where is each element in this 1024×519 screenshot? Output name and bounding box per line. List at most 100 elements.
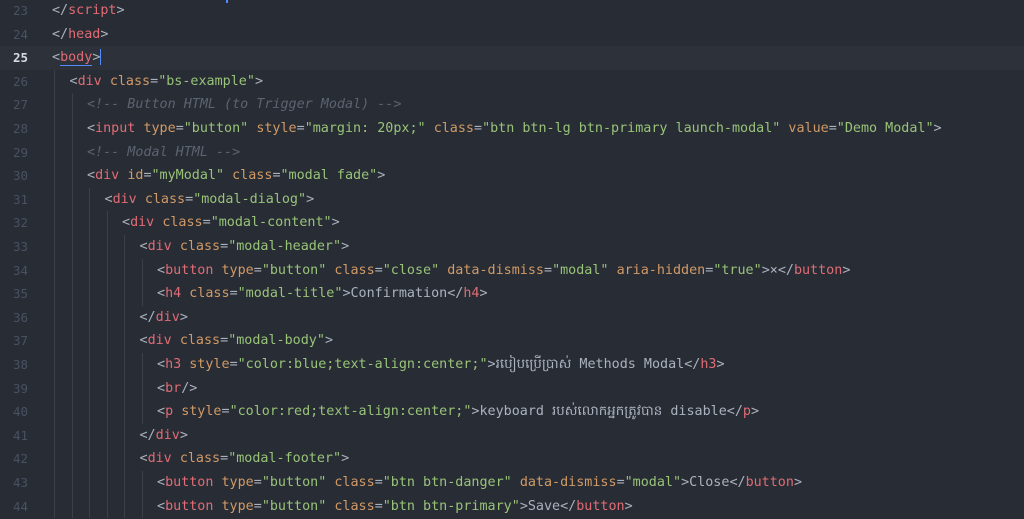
indent-guide — [141, 353, 143, 377]
indent-guide — [54, 447, 55, 471]
code-line[interactable]: 42 <div class="modal-footer"> — [0, 447, 1024, 471]
token-punc: > — [306, 191, 315, 207]
token-punc: > — [793, 475, 802, 490]
indent-guide — [54, 400, 55, 424]
indent-guide — [89, 423, 90, 448]
code-line[interactable]: 26 <div class="bs-example"> — [0, 69, 1024, 94]
code-line[interactable]: 29 <!-- Modal HTML --> — [0, 140, 1024, 165]
code-line[interactable]: 32 <div class="modal-content"> — [0, 211, 1024, 235]
token-str: "button" — [261, 498, 327, 514]
token-punc: = — [374, 475, 383, 490]
token-attr: type — [143, 121, 176, 136]
indent-guide — [71, 235, 73, 259]
token-tag: div — [155, 309, 180, 325]
indent-guide — [106, 305, 108, 330]
token-tag: div — [155, 427, 180, 443]
indent-guide — [89, 471, 90, 495]
code-text[interactable]: <input type="button" style="margin: 20px… — [87, 117, 942, 141]
code-text[interactable]: <div class="modal-header"> — [140, 235, 350, 259]
token-punc: = — [253, 475, 262, 490]
token-str: "bs-example" — [158, 73, 255, 89]
code-text[interactable]: </div> — [140, 424, 188, 448]
token-punc: < — [157, 286, 166, 302]
token-punc: = — [374, 498, 383, 514]
token-punc: > — [761, 262, 770, 278]
code-text[interactable]: <!-- Modal HTML --> — [87, 141, 240, 165]
indent-guide — [54, 353, 55, 377]
token-punc: = — [828, 121, 837, 136]
token-punc: > — [519, 498, 528, 514]
token-tag: div — [77, 73, 102, 89]
token-txt: Close — [689, 475, 730, 490]
token-txt: keyboard របស់លោកអ្នកត្រូវបាន disable — [479, 404, 727, 420]
code-text[interactable]: <div class="modal-dialog"> — [105, 188, 315, 212]
token-punc: = — [253, 262, 262, 278]
token-punc: < — [157, 498, 166, 514]
token-punc: > — [341, 239, 350, 254]
code-text[interactable]: <p style="color:red;text-align:center;">… — [157, 400, 759, 424]
code-line[interactable]: 40 <p style="color:red;text-align:center;… — [0, 400, 1024, 424]
token-punc: = — [221, 404, 230, 420]
code-line[interactable]: 37 <div class="modal-body"> — [0, 329, 1024, 353]
code-text[interactable]: <button type="button" class="btn btn-dan… — [157, 471, 802, 495]
code-line[interactable]: 44 <button type="button" class="btn btn-p… — [0, 494, 1024, 519]
code-text[interactable]: <div class="modal-body"> — [140, 329, 334, 353]
code-line[interactable]: 27 <!-- Button HTML (to Trigger Modal) --… — [0, 93, 1024, 117]
code-line[interactable]: 25 <body> — [0, 46, 1024, 70]
token-attr: class — [179, 333, 221, 349]
code-text[interactable]: <div class="bs-example"> — [70, 70, 264, 94]
code-text[interactable]: <button type="button" class="close" data… — [157, 259, 850, 283]
token-punc: = — [143, 168, 152, 184]
code-text[interactable]: <div class="modal-footer"> — [140, 447, 350, 471]
indent-guide — [141, 471, 143, 495]
token-attr: class — [179, 451, 221, 467]
token-punc: = — [229, 357, 238, 372]
code-text[interactable]: <button type="button" class="btn btn-pri… — [157, 495, 633, 519]
code-line[interactable]: 33 <div class="modal-header"> — [0, 235, 1024, 259]
code-text[interactable]: <!-- Button HTML (to Trigger Modal) --> — [87, 93, 401, 117]
token-tag: body — [60, 50, 93, 67]
code-text[interactable]: <div class="modal-content"> — [122, 211, 340, 235]
indent-guide — [71, 211, 73, 235]
indent-guide — [106, 494, 108, 519]
indent-guide — [54, 235, 55, 259]
code-line[interactable]: 43 <button type="button" class="btn btn-d… — [0, 471, 1024, 495]
token-punc: </ — [726, 404, 743, 420]
token-punc: > — [479, 286, 488, 302]
code-line[interactable]: 39 <br/> — [0, 376, 1024, 401]
code-text[interactable]: <div id="myModal" class="modal fade"> — [87, 164, 385, 188]
code-line[interactable]: 38 <h3 style="color:blue;text-align:cente… — [0, 353, 1024, 377]
code-line[interactable]: 28 <input type="button" style="margin: 20… — [0, 117, 1024, 141]
indent-guide — [54, 282, 55, 306]
code-line[interactable]: 34 <button type="button" class="close" da… — [0, 258, 1024, 283]
indent-guide — [124, 447, 125, 471]
code-line[interactable]: 35 <h4 class="modal-title">Confirmation</… — [0, 282, 1024, 306]
code-text[interactable]: <h3 style="color:blue;text-align:center;… — [157, 353, 725, 377]
indent-guide — [106, 258, 108, 283]
code-line[interactable]: 36 </div> — [0, 305, 1024, 330]
token-attr: class — [334, 262, 375, 278]
code-text[interactable]: <body> — [52, 46, 102, 70]
token-str: "modal" — [552, 262, 609, 278]
code-line[interactable]: 31 <div class="modal-dialog"> — [0, 187, 1024, 212]
code-line[interactable]: 24 </head> — [0, 23, 1024, 47]
token-punc: > — [324, 333, 333, 349]
token-tag: div — [147, 239, 172, 254]
token-punc: < — [52, 50, 61, 66]
code-text[interactable]: </script> — [52, 0, 125, 23]
token-tag: button — [576, 498, 625, 514]
code-text[interactable]: <h4 class="modal-title">Confirmation</h4… — [157, 282, 488, 306]
indent-guide — [71, 187, 73, 212]
code-editor[interactable]: 23 </script> 24 </head> 25 <body> 26 <div class… — [0, 0, 1024, 519]
token-tag: button — [165, 262, 214, 278]
code-line[interactable]: 23 </script> — [0, 0, 1024, 23]
code-line[interactable]: 30 <div id="myModal" class="modal fade"> — [0, 164, 1024, 188]
indent-guide — [141, 376, 143, 401]
code-text[interactable]: <br/> — [157, 377, 197, 401]
code-text[interactable]: </div> — [140, 306, 188, 330]
code-text[interactable]: </head> — [52, 23, 108, 47]
code-line[interactable]: 41 </div> — [0, 423, 1024, 448]
token-str: "btn btn-danger" — [382, 475, 512, 490]
indent-guide — [124, 305, 125, 330]
